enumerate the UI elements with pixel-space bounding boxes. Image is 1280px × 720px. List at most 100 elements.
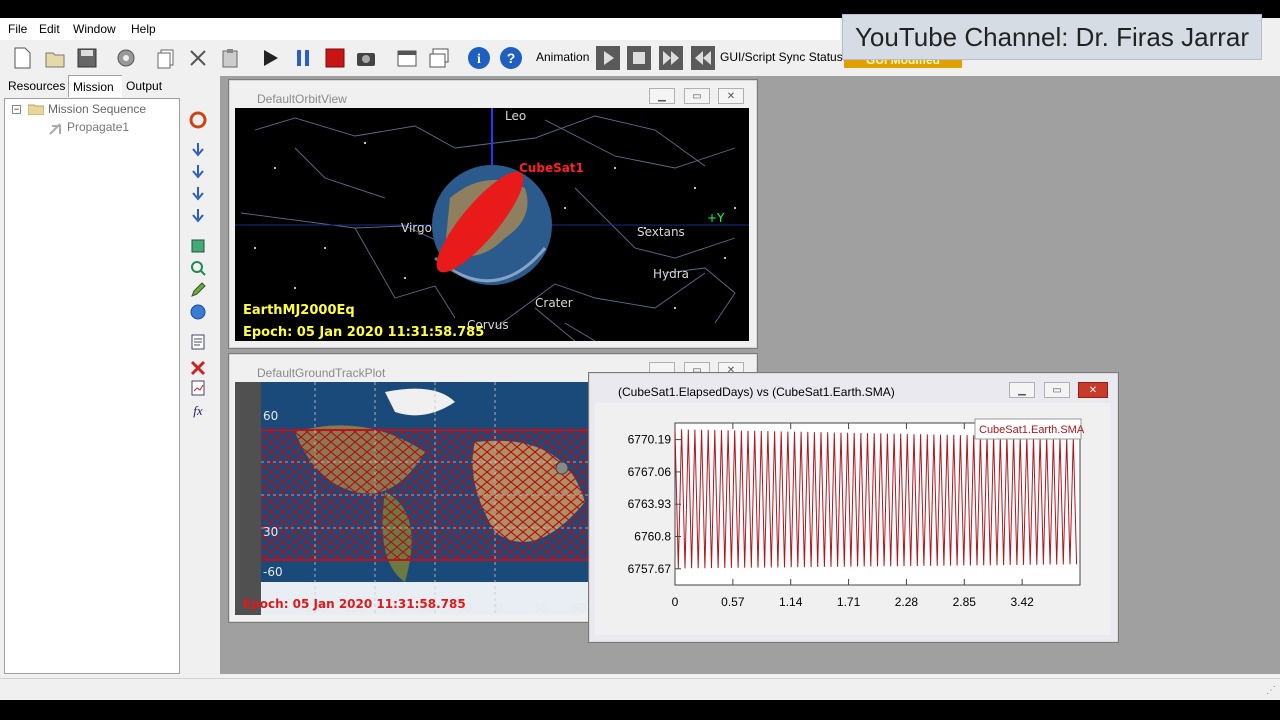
run-icon[interactable] <box>256 44 284 72</box>
close-all-icon[interactable] <box>425 44 453 72</box>
constellation-label-crater: Crater <box>535 296 573 310</box>
close-button[interactable]: ✕ <box>718 88 744 104</box>
animation-play-icon[interactable] <box>594 44 622 72</box>
svg-text:?: ? <box>507 50 516 66</box>
menu-file[interactable]: File <box>8 22 27 36</box>
frame-label: EarthMJ2000Eq <box>243 303 355 318</box>
sync-status-label: GUI/Script Sync Status: <box>720 50 847 64</box>
move-down-icon[interactable] <box>188 206 208 226</box>
x-tick-label: 2.28 <box>895 595 919 609</box>
orbit-view-window[interactable]: DefaultOrbitView ▁ ▭ ✕ Leo Virgo Sextans… <box>228 79 758 349</box>
x-tick-label: 1.71 <box>837 595 861 609</box>
maximize-button[interactable]: ▭ <box>1044 382 1070 398</box>
y-tick-label: 6767.06 <box>628 465 672 479</box>
animation-stop-icon[interactable] <box>625 44 653 72</box>
minimize-button[interactable]: ▁ <box>1009 382 1035 398</box>
minimize-button[interactable]: ▁ <box>649 88 675 104</box>
x-tick-label: 1.14 <box>779 595 803 609</box>
constellation-label-hydra: Hydra <box>653 267 689 281</box>
y-axis-label: +Y <box>707 211 725 225</box>
open-icon[interactable] <box>41 44 69 72</box>
sma-chart[interactable]: 0 0.57 1.14 1.71 2.28 2.85 3.42 6770.19 6767.06… <box>595 403 1110 635</box>
mission-tree-panel <box>4 98 180 674</box>
x-tick-label: 0.57 <box>721 595 745 609</box>
camera-icon[interactable] <box>352 44 380 72</box>
svg-text:i: i <box>477 52 481 67</box>
insert-after-icon[interactable] <box>188 184 208 204</box>
pause-icon[interactable] <box>289 44 317 72</box>
xy-plot-title: (CubeSat1.ElapsedDays) vs (CubeSat1.Eart… <box>618 385 895 399</box>
menu-help[interactable]: Help <box>131 22 156 36</box>
remove-icon[interactable] <box>188 358 208 378</box>
tab-output[interactable]: Output <box>122 75 167 97</box>
y-tick-label: 6770.19 <box>628 433 672 447</box>
y-tick-label: 6760.8 <box>634 530 671 544</box>
paste-icon[interactable] <box>216 44 244 72</box>
bottom-black-bar <box>0 700 1280 720</box>
insert-before-icon[interactable] <box>188 162 208 182</box>
orbit-view-canvas[interactable]: Leo Virgo Sextans Hydra Crater Corvus Cu… <box>235 108 749 341</box>
resize-grip-icon[interactable]: ⋰ <box>1266 685 1276 696</box>
tab-resources[interactable]: Resources <box>4 75 70 97</box>
tree-root[interactable]: Mission Sequence <box>48 102 146 116</box>
edit-icon[interactable] <box>188 280 208 300</box>
stop-icon[interactable] <box>321 44 349 72</box>
mission-tool-column: fx <box>184 100 212 430</box>
append-icon[interactable] <box>188 140 208 160</box>
spacecraft-label: CubeSat1 <box>519 161 584 175</box>
folder-icon <box>27 103 45 116</box>
help-icon[interactable]: ? <box>497 44 525 72</box>
menu-edit[interactable]: Edit <box>39 22 60 36</box>
ground-track-canvas[interactable]: 60 30 -60 150 120 90 60 30 0 30 60 Epoch… <box>235 382 595 615</box>
y-tick-label: 6763.93 <box>628 497 672 511</box>
spacecraft-marker <box>555 461 569 475</box>
lat-label-30: 30 <box>263 525 278 539</box>
close-button[interactable]: ✕ <box>1078 382 1108 398</box>
gear-icon[interactable] <box>112 44 140 72</box>
ground-track-epoch-label: Epoch: 05 Jan 2020 11:31:58.785 <box>243 597 466 611</box>
lat-label-60: 60 <box>263 409 278 423</box>
target-icon[interactable] <box>188 110 208 130</box>
propagate-icon <box>48 122 62 136</box>
report-icon[interactable] <box>188 378 208 398</box>
cut-icon[interactable] <box>184 44 212 72</box>
menu-bar: File Edit Window Help <box>0 18 840 40</box>
lat-label-neg60: -60 <box>263 565 283 579</box>
x-tick-label: 0 <box>672 595 679 609</box>
orbit-epoch-label: Epoch: 05 Jan 2020 11:31:58.785 <box>243 325 484 340</box>
close-window-icon[interactable] <box>393 44 421 72</box>
tab-mission[interactable]: Mission <box>68 75 124 97</box>
menu-window[interactable]: Window <box>73 22 116 36</box>
copy-icon[interactable] <box>152 44 180 72</box>
tree-propagate[interactable]: Propagate1 <box>67 120 129 134</box>
animation-faster-icon[interactable] <box>657 44 685 72</box>
maximize-button[interactable]: ▭ <box>684 88 710 104</box>
collapse-icon[interactable]: − <box>12 105 21 114</box>
x-tick-label: 2.85 <box>953 595 977 609</box>
search-icon[interactable] <box>188 258 208 278</box>
save-icon[interactable] <box>73 44 101 72</box>
svg-text:fx: fx <box>193 403 203 418</box>
lon-label-60e: 60 <box>571 601 586 615</box>
xy-plot-window[interactable]: (CubeSat1.ElapsedDays) vs (CubeSat1.Eart… <box>588 372 1119 643</box>
script-icon[interactable] <box>188 332 208 352</box>
plot-area: 0 0.57 1.14 1.71 2.28 2.85 3.42 6770.19 6767.06… <box>595 403 1110 635</box>
lon-label-30e: 30 <box>533 601 548 615</box>
new-script-icon[interactable] <box>8 44 36 72</box>
mission-tree: − Mission Sequence Propagate1 <box>8 100 178 140</box>
status-bar: ⋰ <box>0 678 1280 700</box>
info-icon[interactable]: i <box>465 44 493 72</box>
x-tick-label: 3.42 <box>1010 595 1034 609</box>
globe-icon[interactable] <box>188 302 208 322</box>
delete-command-icon[interactable] <box>188 236 208 256</box>
constellation-label-sextans: Sextans <box>637 225 685 239</box>
left-tabs: Resources Mission Output <box>4 75 180 98</box>
constellation-label-virgo: Virgo <box>401 221 432 235</box>
function-icon[interactable]: fx <box>188 400 208 420</box>
legend-entry: CubeSat1.Earth.SMA <box>979 424 1085 436</box>
lon-label-0: 0 <box>495 601 503 615</box>
youtube-banner: YouTube Channel: Dr. Firas Jarrar <box>842 14 1262 60</box>
animation-slower-icon[interactable] <box>689 44 717 72</box>
y-tick-label: 6757.67 <box>628 562 672 576</box>
constellation-label-leo: Leo <box>505 109 526 123</box>
